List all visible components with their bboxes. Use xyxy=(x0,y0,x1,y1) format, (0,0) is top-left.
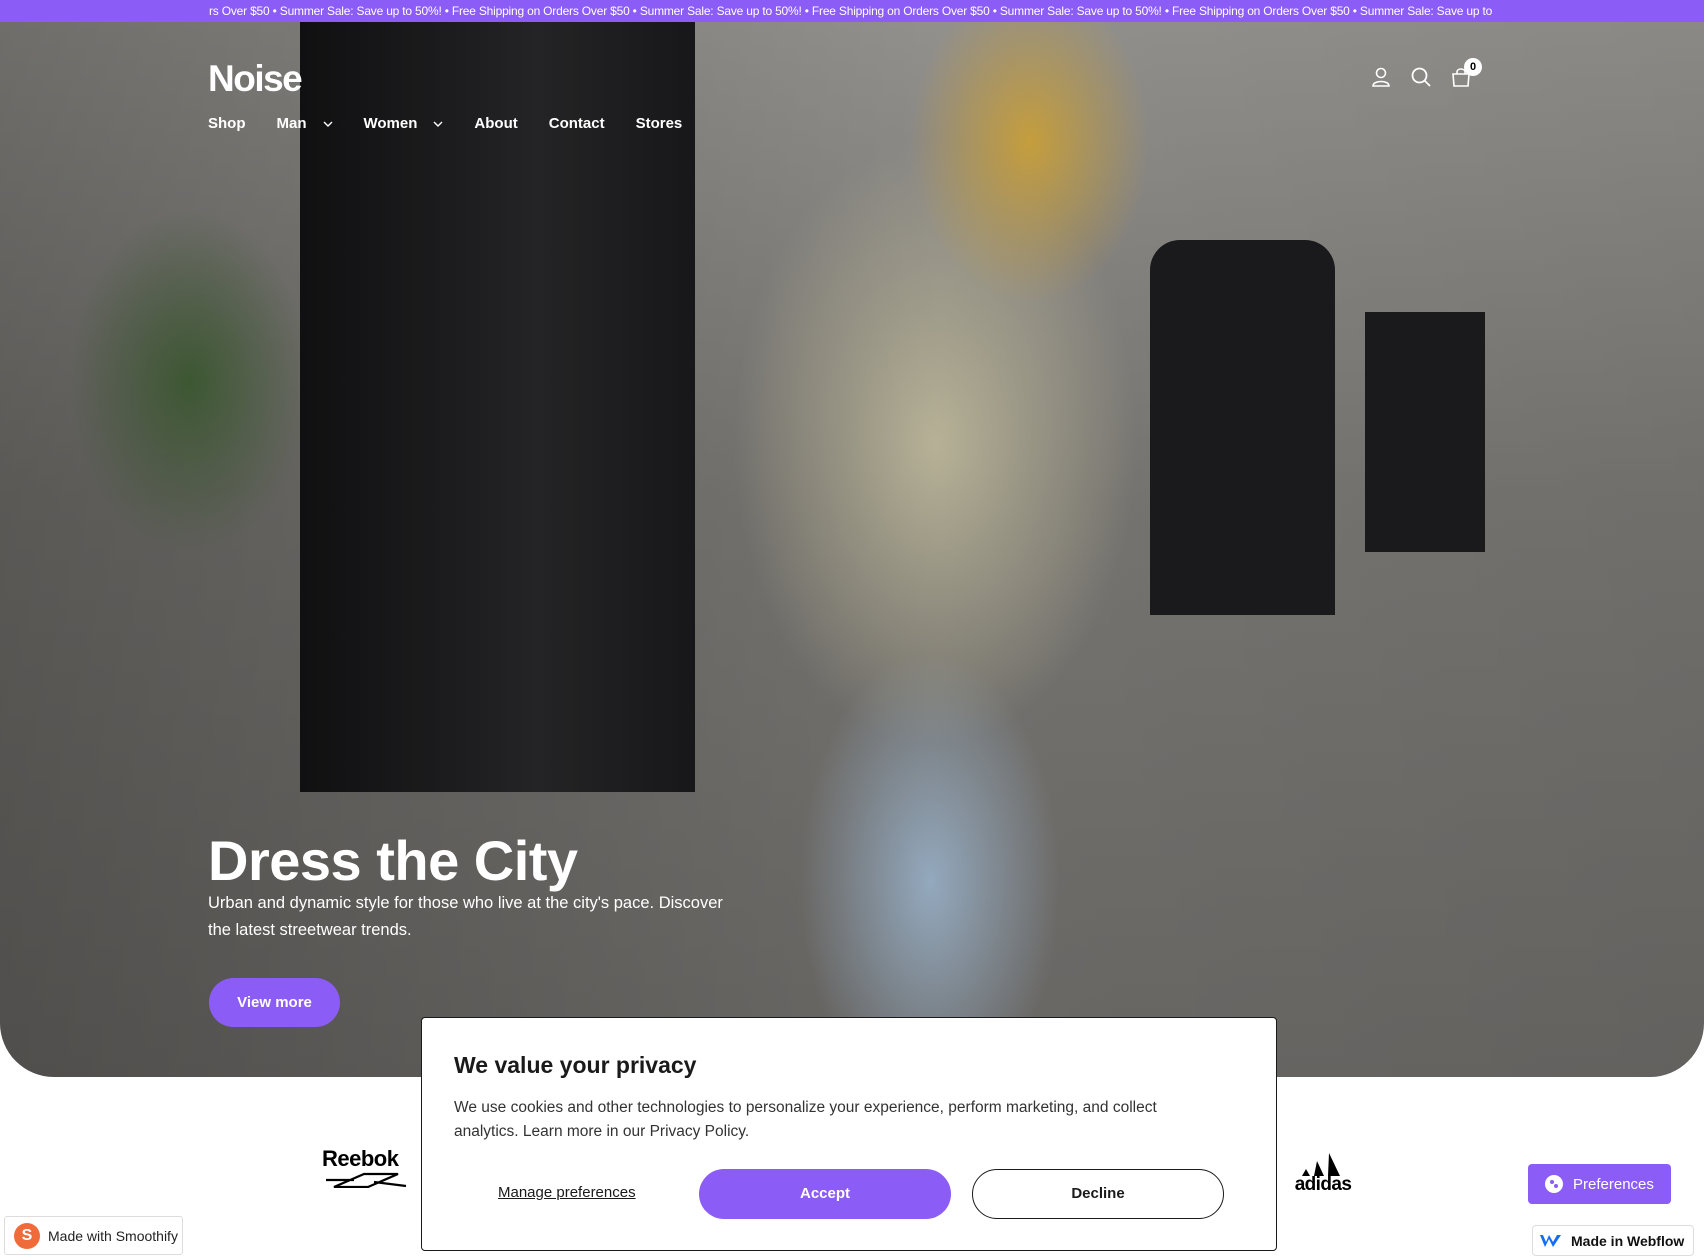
smoothify-logo-icon: S xyxy=(14,1222,40,1249)
smoothify-badge[interactable]: S Made with Smoothify xyxy=(4,1216,183,1255)
search-icon[interactable] xyxy=(1410,66,1432,88)
nav-item-contact[interactable]: Contact xyxy=(549,115,605,132)
brand-logo-adidas: adidas xyxy=(1290,1150,1356,1194)
announcement-bar: rs Over $50 • Summer Sale: Save up to 50… xyxy=(0,0,1704,22)
webflow-badge[interactable]: Made in Webflow xyxy=(1532,1225,1694,1256)
hero-title: Dress the City xyxy=(208,829,578,892)
header-icons: 0 xyxy=(1370,58,1482,88)
site-logo[interactable]: Noise xyxy=(208,58,303,100)
cookie-title: We value your privacy xyxy=(454,1052,697,1078)
chevron-down-icon xyxy=(323,121,332,127)
brand-logo-reebok: Reebok xyxy=(322,1146,408,1188)
accept-button[interactable]: Accept xyxy=(699,1169,951,1219)
hero-description: Urban and dynamic style for those who li… xyxy=(208,894,723,939)
nav-item-stores[interactable]: Stores xyxy=(636,115,683,132)
main-nav: Shop Man Women About Contact Stores xyxy=(208,115,713,132)
nav-item-women[interactable]: Women xyxy=(364,115,444,132)
preferences-button[interactable]: Preferences xyxy=(1528,1164,1671,1204)
webflow-logo-icon xyxy=(1540,1234,1561,1247)
adidas-stripes-icon xyxy=(1302,1153,1340,1176)
view-more-button[interactable]: View more xyxy=(209,978,340,1027)
nav-item-man[interactable]: Man xyxy=(277,115,333,132)
chevron-down-icon xyxy=(433,121,443,127)
nav-item-shop[interactable]: Shop xyxy=(208,115,246,132)
user-icon[interactable] xyxy=(1370,66,1392,88)
cart-button[interactable]: 0 xyxy=(1450,58,1482,88)
cookie-text: We use cookies and other technologies to… xyxy=(454,1099,1157,1140)
reebok-delta-icon xyxy=(326,1172,407,1188)
cookie-consent-dialog: We value your privacy We use cookies and… xyxy=(421,1017,1277,1251)
cookie-icon xyxy=(1545,1175,1563,1193)
decline-button[interactable]: Decline xyxy=(972,1169,1224,1219)
announcement-text: rs Over $50 • Summer Sale: Save up to 50… xyxy=(209,4,1493,18)
nav-item-about[interactable]: About xyxy=(474,115,517,132)
manage-preferences-link[interactable]: Manage preferences xyxy=(498,1184,636,1201)
cart-count-badge: 0 xyxy=(1464,58,1482,76)
